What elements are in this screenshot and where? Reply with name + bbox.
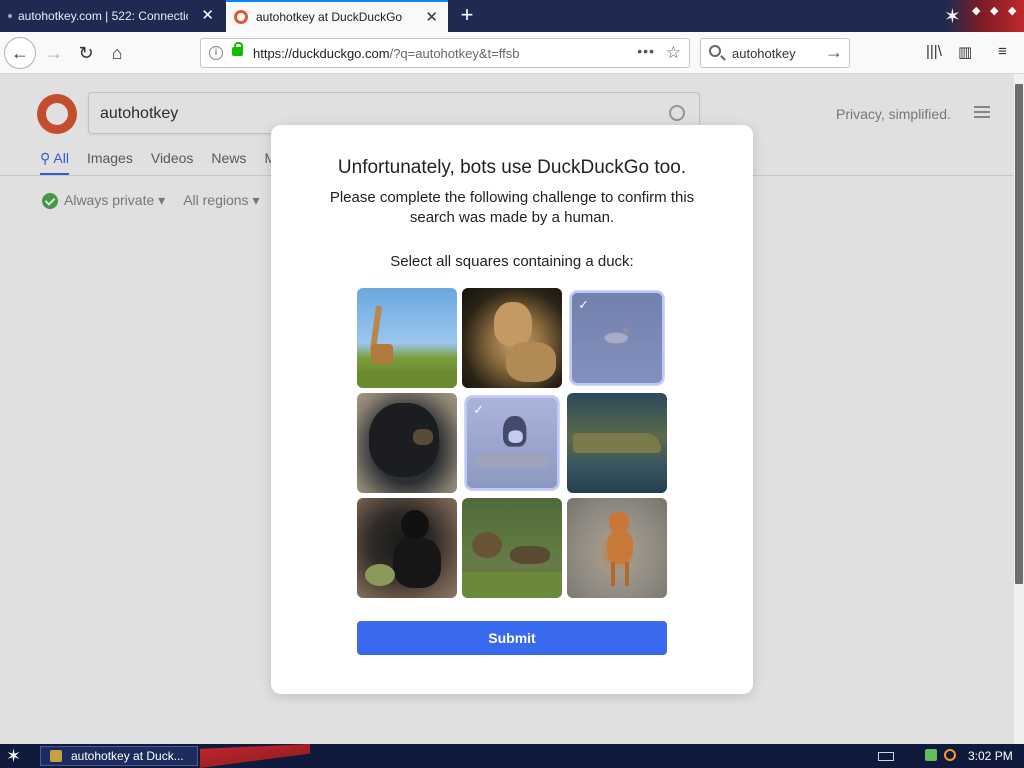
close-tab-icon[interactable]: ✕ xyxy=(201,8,214,23)
go-arrow-icon[interactable]: → xyxy=(825,42,843,63)
tile-lioness[interactable] xyxy=(462,288,562,388)
star-logo-icon: ✶ xyxy=(944,6,961,28)
tab-autohotkey-site[interactable]: autohotkey.com | 522: Connection ✕ xyxy=(0,0,224,32)
url-text: https://duckduckgo.com/?q=autohotkey&t=f… xyxy=(253,46,519,61)
menu-icon[interactable]: ≡ xyxy=(998,43,1007,60)
url-path: /?q=autohotkey&t=ffsb xyxy=(389,46,520,61)
library-icon[interactable]: |||\ xyxy=(926,43,942,60)
tile-monkey[interactable] xyxy=(357,498,457,598)
site-info-icon[interactable]: i xyxy=(209,46,223,60)
address-bar[interactable]: i https://duckduckgo.com/?q=autohotkey&t… xyxy=(200,38,690,68)
back-button[interactable]: ← xyxy=(4,37,36,69)
bookmark-star-icon[interactable]: ☆ xyxy=(666,43,681,63)
dialog-title: Unfortunately, bots use DuckDuckGo too. xyxy=(337,157,687,178)
taskbar-clock: 3:02 PM xyxy=(968,749,1013,763)
browser-search-box[interactable]: autohotkey → xyxy=(700,38,850,68)
tab-title: autohotkey at DuckDuckGo xyxy=(256,10,403,24)
maximize-icon[interactable]: ◆ xyxy=(990,4,998,17)
forward-button[interactable]: → xyxy=(40,39,68,67)
image-grid: ✓ ✓ xyxy=(357,288,667,598)
taskbar-decoration xyxy=(200,744,310,768)
challenge-prompt: Select all squares containing a duck: xyxy=(390,253,634,270)
tile-ducks-in-grass[interactable] xyxy=(462,498,562,598)
search-box-text: autohotkey xyxy=(732,46,796,61)
tab-title: autohotkey.com | 522: Connection xyxy=(18,9,188,23)
tile-giraffe[interactable] xyxy=(357,288,457,388)
dialog-subtitle: Please complete the following challenge … xyxy=(329,189,695,226)
scrollbar-thumb[interactable] xyxy=(1015,84,1023,584)
navigation-toolbar: ← → ↻ ⌂ i https://duckduckgo.com/?q=auto… xyxy=(0,32,1024,74)
checkmark-icon: ✓ xyxy=(473,402,484,417)
new-tab-button[interactable]: + xyxy=(456,4,478,26)
home-button[interactable]: ⌂ xyxy=(103,39,131,67)
tab-strip: autohotkey.com | 522: Connection ✕ autoh… xyxy=(0,0,1024,32)
reload-button[interactable]: ↻ xyxy=(72,39,100,67)
tile-crocodile[interactable] xyxy=(567,393,667,493)
taskbar-window-button[interactable]: autohotkey at Duck... xyxy=(40,746,198,766)
tile-duck-on-log[interactable]: ✓ xyxy=(467,398,557,488)
scrollbar[interactable] xyxy=(1014,74,1024,744)
os-taskbar: ✶ autohotkey at Duck... 3:02 PM xyxy=(0,744,1024,768)
page-actions-icon[interactable]: ••• xyxy=(637,43,655,59)
firefox-window-icon xyxy=(50,750,62,762)
lock-icon xyxy=(232,42,243,56)
close-tab-icon[interactable]: ✕ xyxy=(425,10,438,25)
checkmark-icon: ✓ xyxy=(578,297,589,312)
loading-dot-icon xyxy=(8,14,12,18)
keyboard-tray-icon[interactable] xyxy=(878,752,894,761)
minimize-icon[interactable]: ◆ xyxy=(972,4,980,17)
tile-bear[interactable] xyxy=(357,393,457,493)
submit-button[interactable]: Submit xyxy=(357,621,667,655)
network-tray-icon[interactable] xyxy=(925,749,937,761)
url-host: https://duckduckgo.com xyxy=(253,46,390,61)
close-window-icon[interactable]: ◆ xyxy=(1008,4,1016,17)
search-tray-icon[interactable] xyxy=(944,749,956,761)
tile-dog[interactable] xyxy=(567,498,667,598)
tile-duck-swimming[interactable]: ✓ xyxy=(572,293,662,383)
duckduckgo-favicon-icon xyxy=(234,10,248,24)
taskbar-window-label: autohotkey at Duck... xyxy=(71,749,184,763)
bot-challenge-dialog: Unfortunately, bots use DuckDuckGo too. … xyxy=(271,125,753,694)
sidebar-icon[interactable]: ▥ xyxy=(958,43,972,61)
search-icon xyxy=(709,45,721,57)
tab-duckduckgo[interactable]: autohotkey at DuckDuckGo ✕ xyxy=(226,0,448,32)
start-menu-icon[interactable]: ✶ xyxy=(6,746,21,767)
